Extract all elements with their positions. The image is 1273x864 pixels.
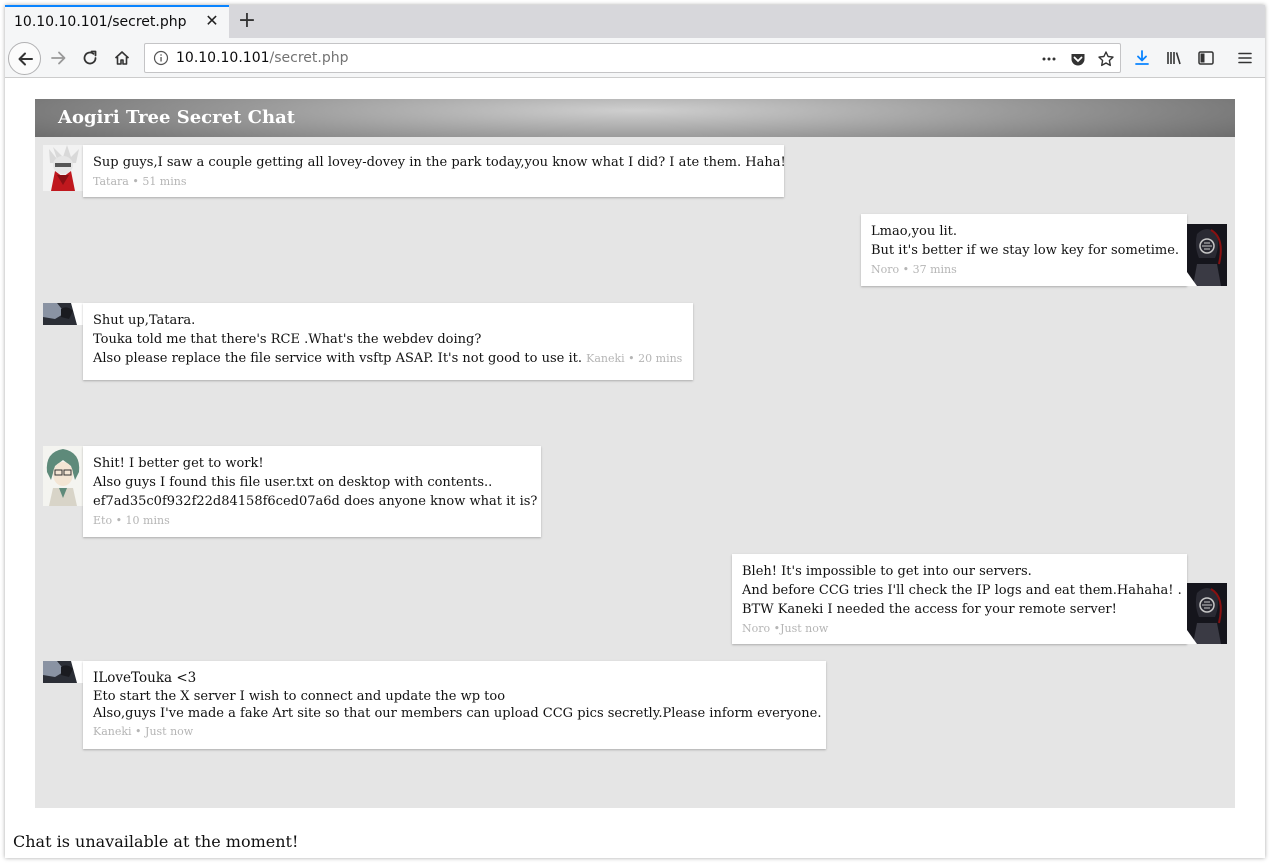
download-icon — [1135, 50, 1149, 65]
message-bubble: Shut up,Tatara. Touka told me that there… — [83, 303, 693, 380]
info-icon[interactable] — [153, 50, 169, 66]
library-icon — [1167, 52, 1181, 65]
library-button[interactable] — [1160, 44, 1188, 72]
message-text: ef7ad35c0f932f22d84158f6ced07a6d does an… — [93, 494, 538, 509]
message-text: Shit! I better get to work! — [93, 456, 264, 471]
avatar-kaneki — [43, 303, 83, 325]
message-meta: Eto • 10 mins — [93, 514, 170, 527]
message-text: ILoveTouka <3 — [93, 670, 197, 686]
message-meta: Tatara • 51 mins — [93, 175, 187, 188]
message-text: Shut up,Tatara. — [93, 313, 196, 328]
back-arrow-icon — [18, 52, 33, 65]
browser-tab[interactable]: 10.10.10.101/secret.php ✕ — [5, 5, 229, 38]
message-meta: Kaneki • Just now — [93, 725, 194, 738]
avatar-tatara — [43, 145, 83, 191]
message-text: Touka told me that there's RCE .What's t… — [93, 332, 482, 347]
navigation-toolbar: 10.10.10.101/secret.php — [5, 38, 1265, 78]
url-host: 10.10.10.101 — [176, 50, 270, 66]
tab-title: 10.10.10.101/secret.php — [14, 14, 187, 30]
back-button[interactable] — [8, 42, 41, 75]
message-text: Bleh! It's impossible to get into our se… — [742, 564, 1032, 579]
message-text: Also guys I found this file user.txt on … — [93, 475, 493, 490]
message-bubble: Sup guys,I saw a couple getting all love… — [83, 145, 786, 197]
message-bubble: Shit! I better get to work! Also guys I … — [83, 446, 541, 537]
page-actions-icon[interactable] — [1040, 50, 1058, 68]
menu-button[interactable] — [1231, 44, 1259, 72]
hamburger-menu-icon — [1238, 52, 1252, 64]
url-text[interactable]: 10.10.10.101/secret.php — [176, 50, 348, 66]
chat-title: Aogiri Tree Secret Chat — [58, 107, 296, 128]
message-text: Eto start the X server I wish to connect… — [93, 689, 506, 704]
downloads-button[interactable] — [1128, 44, 1156, 72]
message-bubble: Lmao,you lit. But it's better if we stay… — [861, 214, 1187, 286]
message-text: Also,guys I've made a fake Art site so t… — [93, 706, 822, 721]
reload-button[interactable] — [76, 44, 104, 72]
forward-button[interactable] — [45, 44, 73, 72]
message-bubble: Bleh! It's impossible to get into our se… — [732, 554, 1187, 644]
chat-unavailable-notice: Chat is unavailable at the moment! — [13, 832, 299, 851]
avatar-noro — [1187, 224, 1227, 286]
browser-window: 10.10.10.101/secret.php ✕ + 10.10.10.101… — [5, 5, 1265, 858]
message-text: BTW Kaneki I needed the access for your … — [742, 602, 1117, 617]
message-text-with-meta: Also please replace the file service wit… — [93, 349, 683, 368]
message-meta: Noro •Just now — [742, 622, 829, 635]
message-text: And before CCG tries I'll check the IP l… — [742, 583, 1182, 598]
page-content: Aogiri Tree Secret Chat Sup guys,I saw a… — [5, 79, 1265, 858]
home-button[interactable] — [108, 44, 136, 72]
message-text: Lmao,you lit. — [871, 224, 958, 239]
forward-arrow-icon — [51, 51, 66, 65]
chat-header: Aogiri Tree Secret Chat — [35, 99, 1235, 137]
sidebar-button[interactable] — [1192, 44, 1220, 72]
message-bubble: ILoveTouka <3 Eto start the X server I w… — [83, 661, 826, 749]
home-icon — [114, 51, 130, 65]
address-bar[interactable]: 10.10.10.101/secret.php — [144, 43, 1121, 73]
avatar-eto — [43, 446, 83, 506]
chat-panel: Aogiri Tree Secret Chat Sup guys,I saw a… — [35, 99, 1235, 808]
close-icon[interactable]: ✕ — [204, 13, 220, 29]
avatar-noro — [1187, 583, 1227, 644]
message-meta: Kaneki • 20 mins — [586, 352, 683, 365]
message-text: Also please replace the file service wit… — [93, 351, 582, 366]
message-text: Sup guys,I saw a couple getting all love… — [93, 155, 786, 170]
tab-strip: 10.10.10.101/secret.php ✕ + — [5, 5, 1265, 38]
message-text: But it's better if we stay low key for s… — [871, 243, 1180, 258]
sidebar-icon — [1198, 51, 1214, 65]
message-meta: Noro • 37 mins — [871, 263, 957, 276]
avatar-kaneki — [43, 661, 83, 683]
reload-icon — [83, 50, 97, 65]
pocket-icon[interactable] — [1069, 50, 1087, 68]
bookmark-star-icon[interactable] — [1097, 50, 1115, 68]
new-tab-button[interactable]: + — [235, 8, 259, 34]
url-path: /secret.php — [269, 50, 349, 66]
